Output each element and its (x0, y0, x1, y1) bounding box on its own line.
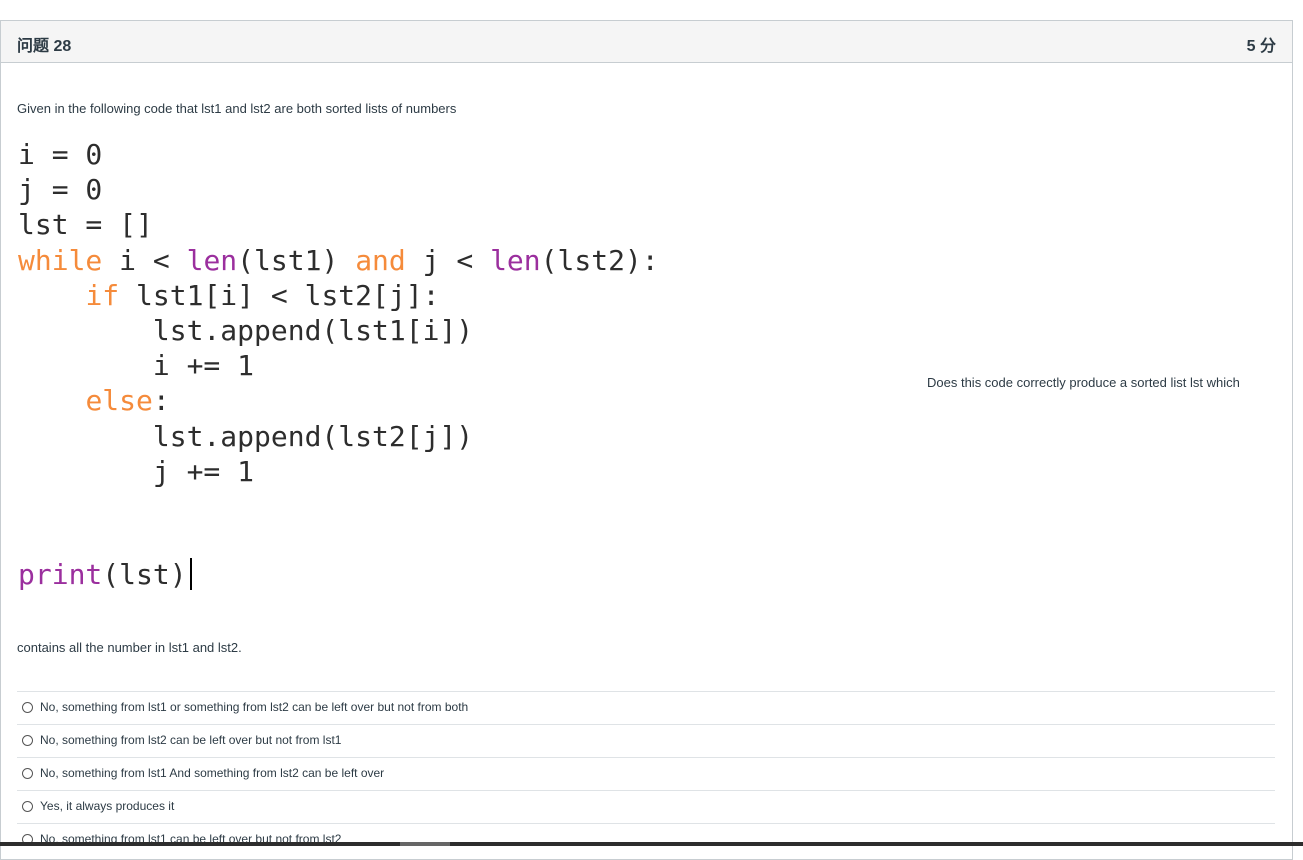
code-text: (lst1) (237, 243, 356, 277)
horizontal-scrollbar[interactable] (0, 842, 1303, 846)
text-cursor (189, 558, 192, 590)
radio-button[interactable] (22, 801, 33, 812)
answer-option[interactable]: No, something from lst2 can be left over… (17, 724, 1275, 757)
code-text: (lst2): (540, 243, 659, 277)
answer-option[interactable]: Yes, it always produces it (17, 790, 1275, 823)
code-function: len (490, 243, 541, 277)
code-text: (lst) (102, 558, 187, 591)
answer-label[interactable]: No, something from lst2 can be left over… (40, 733, 341, 747)
answer-label[interactable]: No, something from lst1 or something fro… (40, 700, 468, 714)
code-text: lst1[i] < lst2[j]: (119, 278, 440, 312)
code-line: j = 0 (18, 173, 103, 207)
code-text: : (152, 384, 170, 418)
answer-option[interactable]: No, something from lst1 can be left over… (17, 823, 1275, 856)
radio-button[interactable] (22, 735, 33, 746)
code-line: lst.append(lst2[j]) (18, 419, 474, 453)
radio-button[interactable] (22, 768, 33, 779)
answer-option[interactable]: No, something from lst1 or something fro… (17, 691, 1275, 724)
code-function: len (186, 243, 238, 277)
answer-label[interactable]: Yes, it always produces it (40, 799, 174, 813)
radio-button[interactable] (22, 702, 33, 713)
answer-list: No, something from lst1 or something fro… (17, 691, 1275, 856)
question-outro: contains all the number in lst1 and lst2… (17, 640, 242, 655)
code-line: i = 0 (18, 138, 103, 171)
answer-option[interactable]: No, something from lst1 And something fr… (17, 757, 1275, 790)
code-print-line: print(lst) (18, 557, 192, 592)
question-side-text: Does this code correctly produce a sorte… (927, 375, 1240, 390)
question-intro: Given in the following code that lst1 an… (17, 101, 457, 116)
answer-label[interactable]: No, something from lst1 And something fr… (40, 766, 384, 780)
code-keyword: else (85, 384, 153, 418)
code-line: lst.append(lst1[i]) (18, 314, 474, 348)
code-keyword: if (85, 278, 120, 312)
code-function: print (18, 558, 103, 591)
code-keyword: while (18, 243, 103, 277)
question-card: 问题 28 5 分 Given in the following code th… (0, 20, 1293, 860)
code-line: j += 1 (18, 454, 255, 488)
code-text: i < (102, 243, 187, 277)
code-line: i += 1 (18, 349, 255, 383)
code-line: lst = [] (18, 208, 153, 242)
scrollbar-thumb[interactable] (400, 842, 450, 846)
code-text: j < (405, 243, 491, 277)
code-block: i = 0 j = 0 lst = [] while i < len(lst1)… (18, 137, 659, 489)
question-points: 5 分 (1246, 38, 1276, 55)
code-keyword: and (355, 243, 406, 277)
question-header: 问题 28 5 分 (1, 21, 1292, 63)
question-title: 问题 28 (17, 38, 72, 55)
